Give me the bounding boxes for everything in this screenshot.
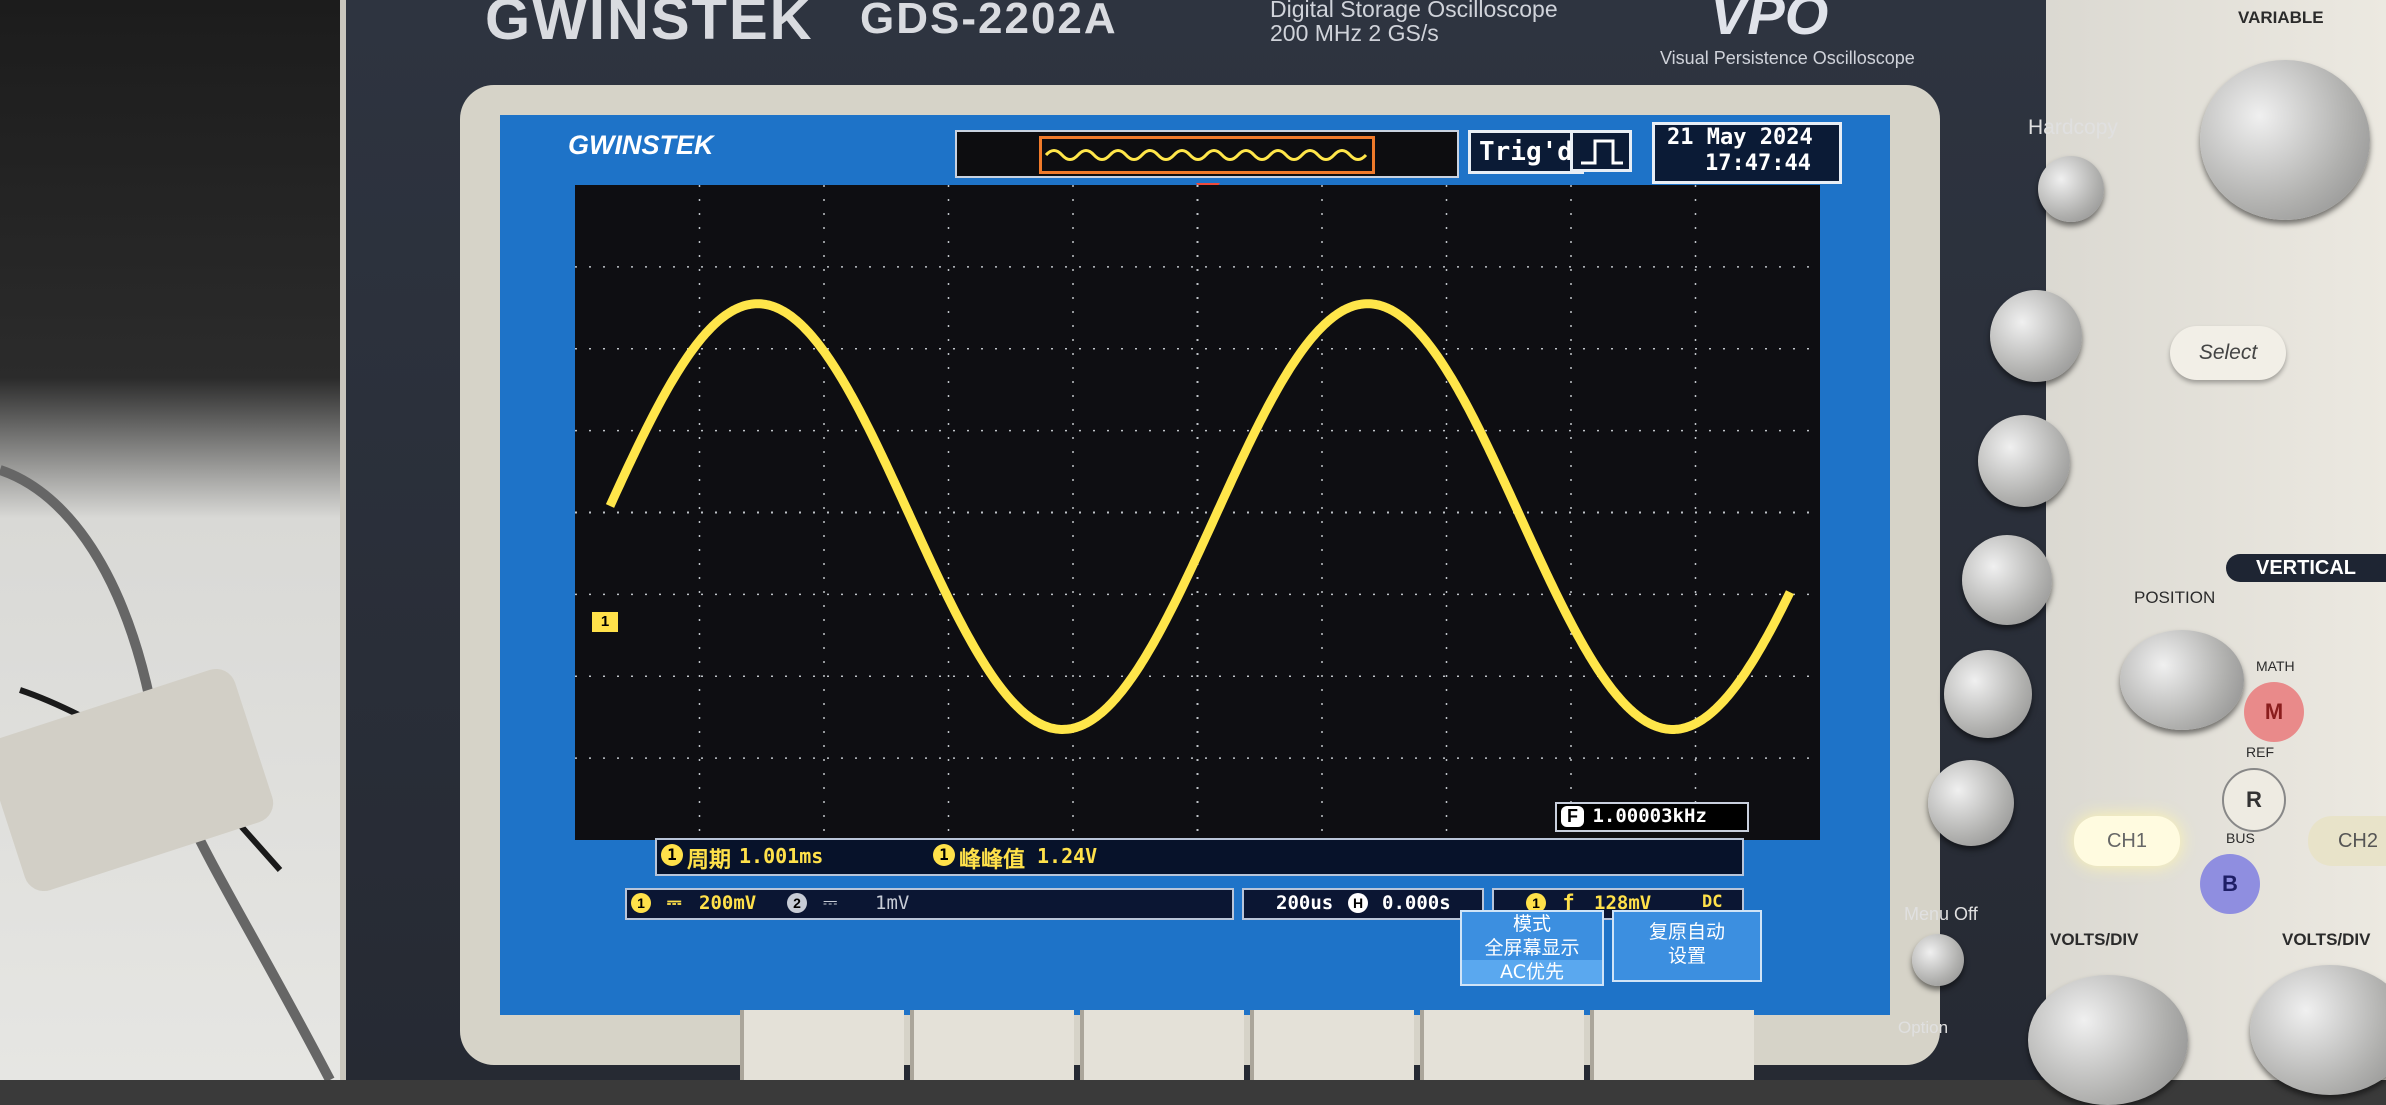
volts-div-2-label: VOLTS/DIV	[2282, 930, 2371, 949]
select-label: Select	[2198, 341, 2258, 364]
menu-mode-line2: 全屏幕显示	[1484, 937, 1580, 959]
model-subtitle-2: 200 MHz 2 GS/s	[1270, 20, 1439, 46]
ch1-ground-marker: 1	[592, 612, 618, 632]
trigger-coupling: DC	[1702, 892, 1723, 912]
ch2-button[interactable]: CH2	[2308, 816, 2386, 866]
ch1-coupling-icon: ⎓	[667, 892, 682, 913]
menu-off-label: Menu Off	[1904, 904, 1978, 924]
softkey-4[interactable]	[1250, 1010, 1414, 1080]
bottom-softkeys	[600, 1010, 1920, 1080]
side-softkey-2[interactable]	[1978, 415, 2078, 507]
hardcopy-label: Hardcopy	[2028, 116, 2118, 139]
vertical-banner: VERTICAL	[2226, 554, 2386, 582]
ref-button[interactable]: R	[2222, 768, 2286, 832]
variable-label: VARIABLE	[2238, 8, 2324, 27]
math-label: MATH	[2256, 658, 2295, 674]
menu-off-button[interactable]	[1912, 934, 1964, 986]
graticule	[575, 185, 1820, 840]
side-softkey-5[interactable]	[1928, 760, 2028, 850]
menu-mode-button[interactable]: 模式 全屏幕显示 AC优先	[1460, 910, 1604, 986]
date: 21 May 2024	[1667, 125, 1813, 150]
frequency-value: 1.00003kHz	[1592, 805, 1707, 827]
softkey-6[interactable]	[1590, 1010, 1754, 1080]
menu-autoset-line1: 复原自动	[1648, 921, 1725, 943]
variable-knob[interactable]	[2200, 60, 2370, 220]
side-softkey-4[interactable]	[1944, 650, 2044, 740]
menu-mode-line1: 模式	[1512, 913, 1551, 935]
measurement1-channel-icon: 1	[661, 844, 683, 866]
ch1-button[interactable]: CH1	[2074, 816, 2180, 866]
math-button-label: M	[2264, 699, 2284, 724]
ch1-icon: 1	[631, 893, 651, 913]
ch1-waveform	[605, 299, 1795, 734]
softkey-2[interactable]	[910, 1010, 1074, 1080]
trigger-status: Trig'd	[1468, 130, 1584, 174]
screen-logo: GWINSTEK	[568, 130, 714, 160]
menu-autoset-button[interactable]: 复原自动 设置	[1612, 910, 1762, 982]
model-name: GDS-2202A	[860, 0, 1118, 43]
timebase-bar: 200us H 0.000s	[1242, 888, 1484, 920]
position-knob[interactable]	[2120, 630, 2244, 730]
trigger-type-icon	[1570, 130, 1632, 172]
ref-button-label: R	[2246, 787, 2262, 812]
volts-div-1-knob[interactable]	[2028, 975, 2188, 1105]
timebase: 200us	[1276, 892, 1334, 914]
position-label: POSITION	[2134, 588, 2216, 607]
ch2-button-label: CH2	[2337, 830, 2378, 852]
volts-div-1-label: VOLTS/DIV	[2050, 930, 2139, 949]
date-time-box: 21 May 2024 17:47:44	[1652, 122, 1842, 184]
option-label: Option	[1898, 1018, 1949, 1037]
vpo-caption: Visual Persistence Oscilloscope	[1660, 48, 1915, 68]
frequency-readout: F 1.00003kHz	[1555, 802, 1749, 832]
measurement1-label: 周期	[687, 848, 732, 873]
math-button[interactable]: M	[2244, 682, 2304, 742]
hardcopy-button[interactable]	[2038, 156, 2104, 222]
vpo-logo: VPO	[1710, 0, 1829, 46]
bus-label: BUS	[2226, 830, 2255, 846]
softkey-3[interactable]	[1080, 1010, 1244, 1080]
side-softkey-3[interactable]	[1962, 535, 2062, 625]
ch2-coupling-icon: ⎓	[823, 892, 838, 912]
select-button[interactable]: Select	[2170, 326, 2286, 380]
ch1-button-label: CH1	[2106, 830, 2147, 852]
horizontal-position: 0.000s	[1382, 892, 1451, 914]
softkey-1[interactable]	[740, 1010, 904, 1080]
measurement2-channel-icon: 1	[933, 844, 955, 866]
bus-button-label: B	[2222, 871, 2238, 896]
memory-window	[1039, 136, 1375, 174]
ch2-icon: 2	[787, 893, 807, 913]
ch2-scale: 1mV	[875, 892, 910, 914]
measurement2-label: 峰峰值	[959, 848, 1026, 873]
ch1-scale: 200mV	[699, 892, 757, 914]
vertical-label: VERTICAL	[2256, 557, 2356, 579]
brand-logo: GWINSTEK	[485, 0, 814, 52]
measurement1-value: 1.001ms	[739, 844, 824, 868]
bus-button[interactable]: B	[2200, 854, 2260, 914]
measurement2-value: 1.24V	[1037, 844, 1098, 868]
menu-autoset-line2: 设置	[1667, 945, 1706, 967]
measurement-bar: 1 周期 1.001ms 1 峰峰值 1.24V	[655, 838, 1744, 876]
horizontal-position-icon: H	[1348, 893, 1368, 913]
ref-label: REF	[2246, 744, 2274, 760]
time: 17:47:44	[1705, 151, 1811, 176]
channel-status-bar: 1 ⎓ 200mV 2 ⎓ 1mV	[625, 888, 1234, 920]
softkey-5[interactable]	[1420, 1010, 1584, 1080]
side-softkey-1[interactable]	[1990, 290, 2090, 382]
menu-mode-line3: AC优先	[1462, 960, 1602, 984]
frequency-label: F	[1561, 806, 1584, 827]
memory-bar	[955, 130, 1459, 178]
